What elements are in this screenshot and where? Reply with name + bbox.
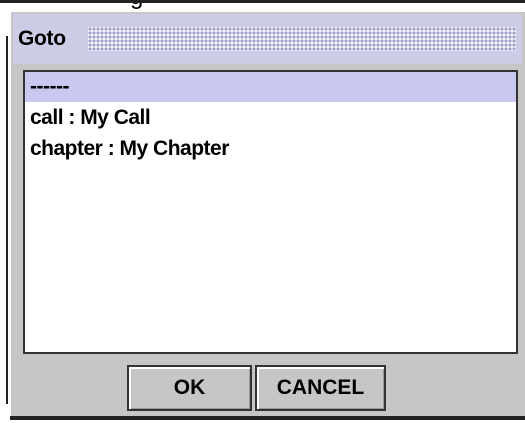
- dialog-title: Goto: [18, 27, 66, 50]
- cancel-button[interactable]: CANCEL: [255, 365, 386, 411]
- dialog-bottom-edge: [10, 416, 525, 420]
- background-window-left-edge: [6, 36, 8, 404]
- screen: g Goto ------ call : My Call chapter : M…: [0, 0, 525, 423]
- title-bar-grip[interactable]: [88, 27, 516, 51]
- background-window-edge: [0, 0, 525, 3]
- list-item[interactable]: call : My Call: [25, 102, 516, 133]
- list-item[interactable]: chapter : My Chapter: [25, 133, 516, 164]
- ok-button[interactable]: OK: [127, 365, 252, 411]
- goto-list[interactable]: ------ call : My Call chapter : My Chapt…: [23, 70, 518, 354]
- list-item[interactable]: ------: [25, 72, 516, 102]
